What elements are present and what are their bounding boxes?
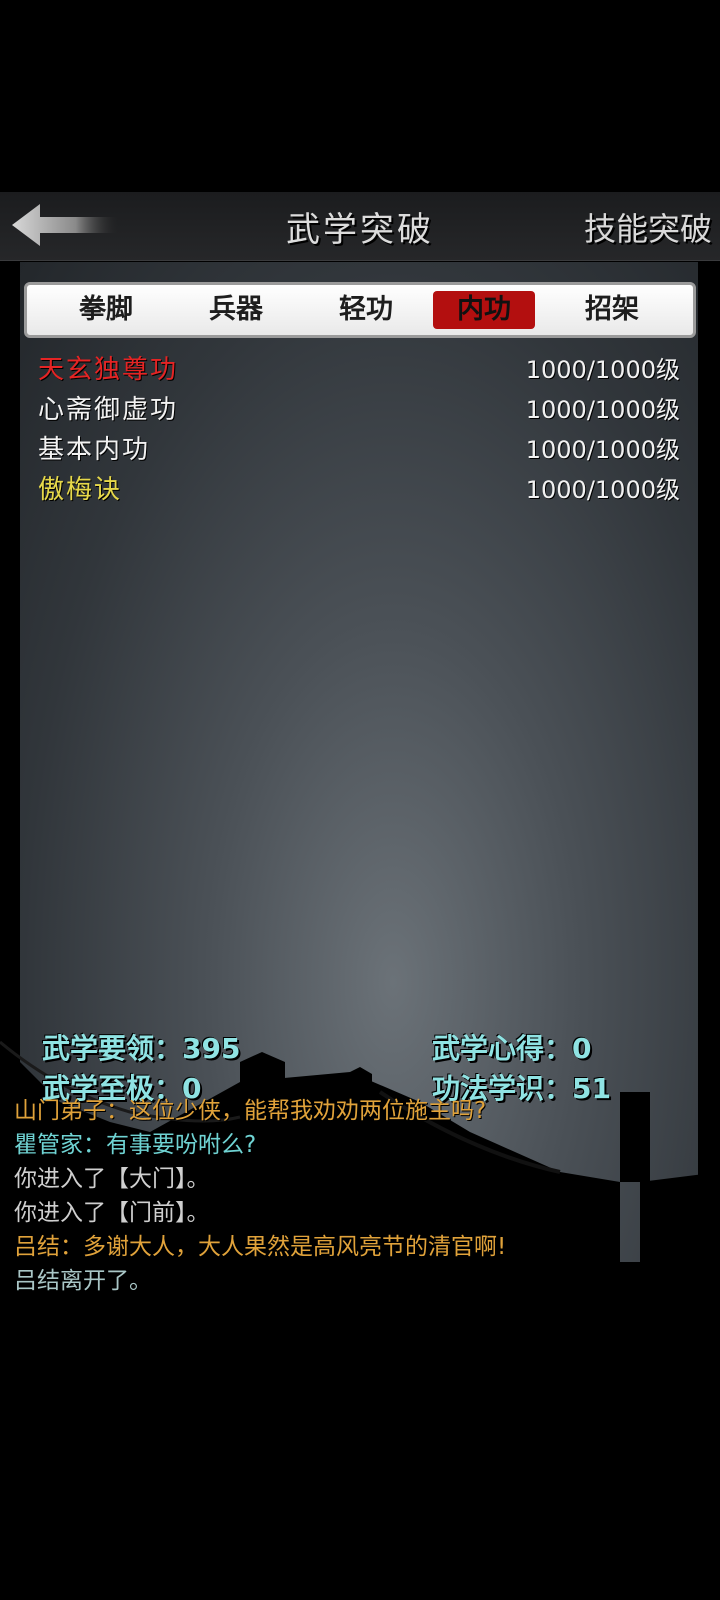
log-line: 山门弟子：这位少侠，能帮我劝劝两位施主吗? bbox=[14, 1098, 487, 1124]
tab-zhaojia[interactable]: 招架 bbox=[561, 291, 663, 329]
stat-essentials: 武学要领：395 bbox=[42, 1032, 241, 1065]
message-log: 山门弟子：这位少侠，能帮我劝劝两位施主吗? 瞿管家：有事要吩咐么? 你进入了【大… bbox=[14, 1094, 704, 1298]
skill-row[interactable]: 心斋御虚功 1000/1000级 bbox=[38, 390, 680, 430]
tab-qinggong[interactable]: 轻功 bbox=[315, 291, 417, 329]
skill-name: 傲梅诀 bbox=[38, 475, 123, 505]
log-line: 你进入了【门前】。 bbox=[14, 1200, 210, 1226]
tab-quanjiao[interactable]: 拳脚 bbox=[55, 291, 157, 329]
game-screen: 武学突破 技能突破 拳脚 兵器 轻功 内功 招架 天玄独尊功 1000/1000… bbox=[0, 192, 720, 1600]
skill-name: 心斋御虚功 bbox=[38, 395, 179, 425]
log-line: 瞿管家：有事要吩咐么? bbox=[14, 1132, 257, 1158]
skill-level: 1000/1000级 bbox=[525, 476, 680, 504]
log-line: 你进入了【大门】。 bbox=[14, 1166, 210, 1192]
skill-name: 基本内功 bbox=[38, 435, 151, 465]
tab-bingqi[interactable]: 兵器 bbox=[185, 291, 287, 329]
skill-level: 1000/1000级 bbox=[525, 356, 680, 384]
skill-row[interactable]: 傲梅诀 1000/1000级 bbox=[38, 470, 680, 510]
skill-level: 1000/1000级 bbox=[525, 396, 680, 424]
skill-row[interactable]: 基本内功 1000/1000级 bbox=[38, 430, 680, 470]
skill-row[interactable]: 天玄独尊功 1000/1000级 bbox=[38, 350, 680, 390]
skill-list: 天玄独尊功 1000/1000级 心斋御虚功 1000/1000级 基本内功 1… bbox=[38, 350, 680, 510]
skill-break-button[interactable]: 技能突破 bbox=[584, 204, 712, 250]
log-line: 吕结离开了。 bbox=[14, 1268, 152, 1294]
skill-level: 1000/1000级 bbox=[525, 436, 680, 464]
tab-neigong[interactable]: 内功 bbox=[433, 291, 535, 329]
category-tabs: 拳脚 兵器 轻功 内功 招架 bbox=[24, 282, 696, 338]
stat-insight: 武学心得：0 bbox=[432, 1032, 592, 1065]
log-line: 吕结：多谢大人，大人果然是高风亮节的清官啊! bbox=[14, 1234, 507, 1260]
top-bar: 武学突破 技能突破 bbox=[0, 192, 720, 261]
skill-name: 天玄独尊功 bbox=[38, 355, 179, 385]
